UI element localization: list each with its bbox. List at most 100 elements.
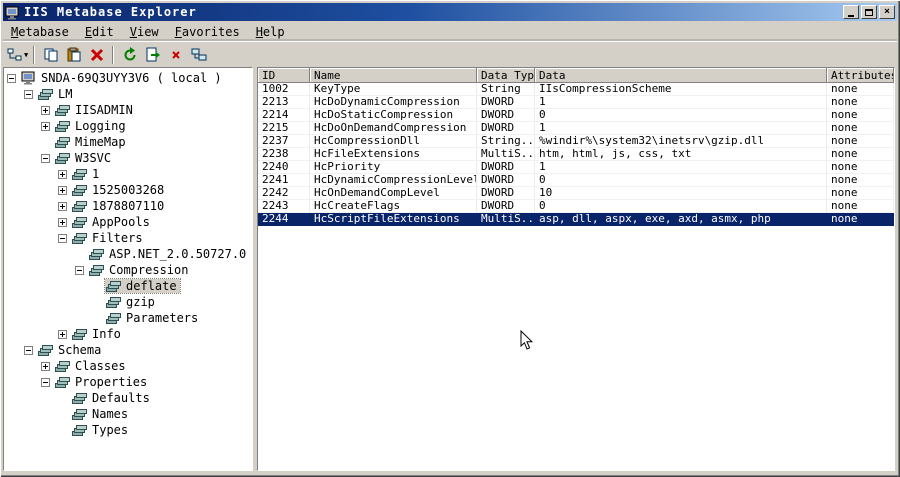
tree-item-node[interactable]: 1: [71, 167, 102, 181]
table-row[interactable]: 1002 KeyType String IIsCompressionScheme non…: [258, 83, 894, 96]
tree-item[interactable]: Classes: [6, 358, 252, 374]
tree-item[interactable]: AppPools: [6, 214, 252, 230]
table-row[interactable]: 2243 HcCreateFlags DWORD 0 none: [258, 200, 894, 213]
tree-item-node[interactable]: IISADMIN: [54, 103, 136, 117]
paste-button[interactable]: [62, 44, 85, 66]
tree-item-node[interactable]: ASP.NET_2.0.50727.0: [88, 247, 249, 261]
expand-icon[interactable]: [57, 185, 68, 196]
table-row[interactable]: 2240 HcPriority DWORD 1 none: [258, 161, 894, 174]
tree-item[interactable]: W3SVC: [6, 150, 252, 166]
tree-item[interactable]: Info: [6, 326, 252, 342]
tree-item[interactable]: Properties: [6, 374, 252, 390]
table-row[interactable]: 2213 HcDoDynamicCompression DWORD 1 none: [258, 96, 894, 109]
collapse-icon[interactable]: [40, 153, 51, 164]
table-row[interactable]: 2237 HcCompressionDll String... %windir%\sy…: [258, 135, 894, 148]
table-row[interactable]: 2215 HcDoOnDemandCompression DWORD 1 none: [258, 122, 894, 135]
export-button[interactable]: [141, 44, 164, 66]
column-header-data[interactable]: Data: [535, 68, 827, 83]
tree-item-node[interactable]: MimeMap: [54, 135, 129, 149]
expand-icon[interactable]: [40, 105, 51, 116]
tree-item[interactable]: Defaults: [6, 390, 252, 406]
tree-item-node[interactable]: 1525003268: [71, 183, 167, 197]
delete-button[interactable]: [85, 44, 108, 66]
tree-item[interactable]: SNDA-69Q3UYY3V6 ( local ): [6, 70, 252, 86]
tree-item-node[interactable]: AppPools: [71, 215, 153, 229]
cell-name: HcScriptFileExtensions: [310, 213, 477, 225]
menu-help[interactable]: Help: [248, 23, 293, 41]
table-row[interactable]: 2214 HcDoStaticCompression DWORD 0 none: [258, 109, 894, 122]
stop-button[interactable]: [164, 44, 187, 66]
tree-item[interactable]: Compression: [6, 262, 252, 278]
collapse-icon[interactable]: [23, 89, 34, 100]
tree-item[interactable]: Parameters: [6, 310, 252, 326]
connect-button[interactable]: [187, 44, 210, 66]
tree-item-node[interactable]: Names: [71, 407, 131, 421]
cell-data: 0: [535, 200, 827, 212]
column-header-attributes[interactable]: Attributes: [827, 68, 894, 83]
tree-item-node[interactable]: Filters: [71, 231, 146, 245]
cell-data: 10: [535, 187, 827, 199]
tree-item[interactable]: Logging: [6, 118, 252, 134]
tree-item[interactable]: LM: [6, 86, 252, 102]
column-header-name[interactable]: Name: [310, 68, 477, 83]
tree-item[interactable]: Types: [6, 422, 252, 438]
titlebar[interactable]: IIS Metabase Explorer ×: [3, 3, 897, 21]
tree-item-node[interactable]: Info: [71, 327, 124, 341]
tree-item-node[interactable]: Parameters: [105, 311, 201, 325]
tree-item[interactable]: ASP.NET_2.0.50727.0: [6, 246, 252, 262]
tree-item-node[interactable]: Defaults: [71, 391, 153, 405]
expand-icon[interactable]: [57, 329, 68, 340]
column-header-data-type[interactable]: Data Type: [477, 68, 535, 83]
maximize-button[interactable]: [861, 5, 877, 19]
tree-item-node[interactable]: Compression: [88, 263, 191, 277]
close-button[interactable]: ×: [879, 5, 895, 19]
tree-item[interactable]: deflate: [6, 278, 252, 294]
expand-icon[interactable]: [57, 217, 68, 228]
tree-item-node[interactable]: Classes: [54, 359, 129, 373]
table-row-selected[interactable]: 2244 HcScriptFileExtensions MultiS... asp, …: [258, 213, 894, 226]
collapse-icon[interactable]: [40, 377, 51, 388]
tree-item[interactable]: MimeMap: [6, 134, 252, 150]
tree-item[interactable]: gzip: [6, 294, 252, 310]
tree-item-node[interactable]: gzip: [105, 295, 158, 309]
minimize-button[interactable]: [843, 5, 859, 19]
tree-item-node[interactable]: Properties: [54, 375, 150, 389]
cell-name: HcCreateFlags: [310, 200, 477, 212]
new-record-button[interactable]: ▼: [6, 44, 29, 66]
tree-item-node[interactable]: 1878807110: [71, 199, 167, 213]
tree-item[interactable]: 1: [6, 166, 252, 182]
menu-edit[interactable]: Edit: [77, 23, 122, 41]
menu-view[interactable]: View: [122, 23, 167, 41]
tree-item[interactable]: IISADMIN: [6, 102, 252, 118]
tree-item-node[interactable]: SNDA-69Q3UYY3V6 ( local ): [20, 71, 225, 85]
tree-item[interactable]: 1525003268: [6, 182, 252, 198]
tree-item-node[interactable]: W3SVC: [54, 151, 114, 165]
tree-item[interactable]: Filters: [6, 230, 252, 246]
expand-icon[interactable]: [57, 169, 68, 180]
table-row[interactable]: 2241 HcDynamicCompressionLevel DWORD 0 none: [258, 174, 894, 187]
tree-item[interactable]: Names: [6, 406, 252, 422]
tree-item[interactable]: Schema: [6, 342, 252, 358]
column-header-id[interactable]: ID: [258, 68, 310, 83]
refresh-button[interactable]: [118, 44, 141, 66]
expand-icon[interactable]: [40, 121, 51, 132]
cell-name: HcCompressionDll: [310, 135, 477, 147]
tree-item-node[interactable]: Logging: [54, 119, 129, 133]
copy-button[interactable]: [39, 44, 62, 66]
table-row[interactable]: 2238 HcFileExtensions MultiS... htm, html, …: [258, 148, 894, 161]
collapse-icon[interactable]: [23, 345, 34, 356]
menu-favorites[interactable]: Favorites: [167, 23, 248, 41]
table-row[interactable]: 2242 HcOnDemandCompLevel DWORD 10 none: [258, 187, 894, 200]
expand-icon[interactable]: [57, 201, 68, 212]
collapse-icon[interactable]: [74, 265, 85, 276]
expand-icon[interactable]: [40, 361, 51, 372]
collapse-icon[interactable]: [6, 73, 17, 84]
tree-item-selected[interactable]: deflate: [104, 278, 181, 294]
tree-item-node[interactable]: Types: [71, 423, 131, 437]
tree-item-node[interactable]: LM: [37, 87, 75, 101]
menu-metabase[interactable]: Metabase: [3, 23, 77, 41]
tree-item-node[interactable]: Schema: [37, 343, 104, 357]
tree-item[interactable]: 1878807110: [6, 198, 252, 214]
collapse-icon[interactable]: [57, 233, 68, 244]
